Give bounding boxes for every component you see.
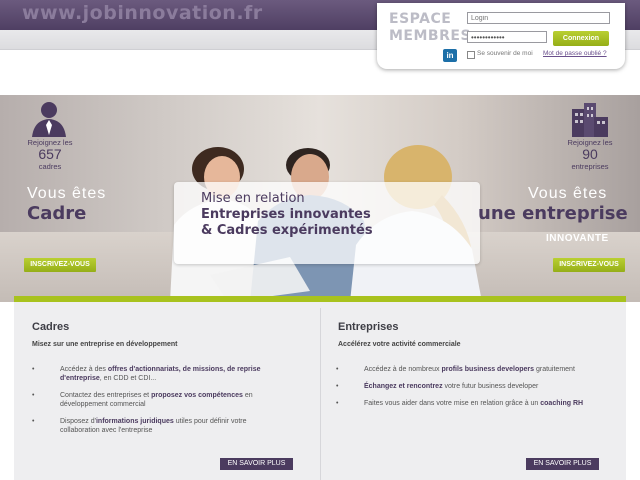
inscrivez-vous-cadre-button[interactable]: INSCRIVEZ-VOUS — [24, 258, 96, 272]
login-panel: ESPACE MEMBRES •••••••••••• Connexion in… — [377, 3, 625, 69]
list-item: Disposez d'informations juridiques utile… — [32, 417, 280, 435]
cadres-unit: cadres — [38, 162, 62, 171]
person-icon — [32, 102, 66, 137]
cadres-benefits-list: Accédez à des offres d'actionnariats, de… — [32, 365, 280, 443]
entreprises-unit: entreprises — [571, 162, 609, 171]
entreprises-benefits-list: Accédez à de nombreux profils business d… — [336, 365, 616, 416]
entreprises-panel-title: Entreprises — [338, 321, 399, 333]
entreprise-title: une entreprise — [478, 203, 628, 224]
cadre-title: Cadre — [27, 203, 87, 224]
inscrivez-vous-entreprise-button[interactable]: INSCRIVEZ-VOUS — [553, 258, 625, 272]
vous-etes-left: Vous êtes — [27, 185, 107, 202]
cadres-panel-subtitle: Misez sur une entreprise en développemen… — [32, 341, 178, 348]
espace-membres-title: ESPACE MEMBRES — [389, 11, 472, 45]
list-item: Contactez des entreprises et proposez vo… — [32, 391, 280, 409]
list-item: Accédez à des offres d'actionnariats, de… — [32, 365, 280, 383]
site-logo[interactable]: www.jobinnovation.fr — [22, 2, 263, 24]
login-input[interactable] — [467, 12, 610, 24]
cadres-count: 657 — [38, 146, 62, 162]
remember-me-label: Se souvenir de moi — [477, 50, 533, 57]
headline-line1: Mise en relation — [201, 191, 305, 206]
connexion-button[interactable]: Connexion — [553, 31, 609, 46]
entreprises-stat: Rejoignez les 90 entreprises — [560, 138, 620, 171]
hero-headline-box: Mise en relation Entreprises innovantes … — [174, 182, 480, 264]
list-item: Accédez à de nombreux profils business d… — [336, 365, 616, 374]
innovante-label: INNOVANTE — [546, 233, 609, 244]
en-savoir-plus-cadres-button[interactable]: EN SAVOIR PLUS — [220, 458, 293, 470]
cadres-panel-title: Cadres — [32, 321, 70, 333]
espace-title-line1: ESPACE — [389, 11, 452, 27]
password-input[interactable]: •••••••••••• — [467, 31, 547, 43]
forgot-password-link[interactable]: Mot de passe oublié ? — [543, 50, 607, 57]
espace-title-line2: MEMBRES — [389, 28, 472, 44]
en-savoir-plus-entreprises-button[interactable]: EN SAVOIR PLUS — [526, 458, 599, 470]
headline-line2: Entreprises innovantes — [201, 207, 371, 222]
building-icon — [572, 103, 608, 137]
entreprises-count: 90 — [582, 146, 598, 162]
panel-divider — [320, 308, 321, 480]
remember-me-checkbox[interactable] — [467, 51, 475, 59]
cadres-stat: Rejoignez les 657 cadres — [20, 138, 80, 171]
entreprises-panel-subtitle: Accélérez votre activité commerciale — [338, 341, 461, 348]
vous-etes-right: Vous êtes — [528, 185, 608, 202]
linkedin-icon[interactable]: in — [443, 49, 457, 62]
list-item: Faites vous aider dans votre mise en rel… — [336, 399, 616, 408]
list-item: Échangez et rencontrez votre futur busin… — [336, 382, 616, 391]
headline-line3: & Cadres expérimentés — [201, 223, 373, 238]
